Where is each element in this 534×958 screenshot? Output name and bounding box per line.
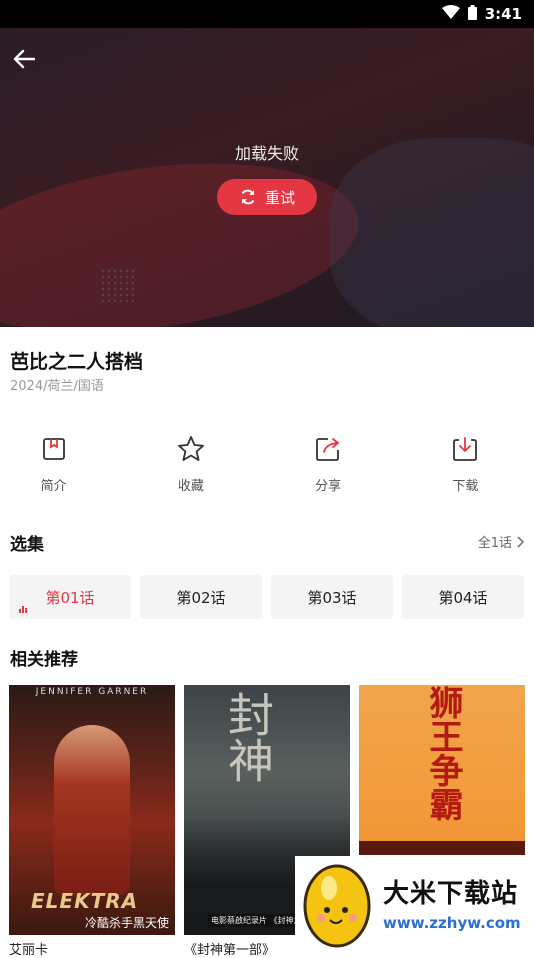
episode-item[interactable]: 第01话 (9, 575, 131, 619)
episode-label: 第02话 (176, 588, 226, 607)
favorite-button[interactable]: 收藏 (122, 433, 259, 494)
back-button[interactable] (10, 45, 38, 73)
status-bar: 3:41 (0, 0, 534, 28)
all-episodes-link[interactable]: 全1话 (478, 532, 524, 551)
watermark-title: 大米下载站 (383, 879, 519, 909)
all-episodes-label: 全1话 (477, 536, 512, 551)
poster-building (359, 841, 525, 855)
share-icon (316, 438, 340, 461)
status-time: 3:41 (484, 5, 522, 23)
recommend-item[interactable]: JENNIFER GARNER ELEKTRA 冷酷杀手黑天使 艾丽卡 (9, 685, 175, 958)
episode-item[interactable]: 第03话 (271, 575, 393, 619)
download-icon (453, 437, 478, 461)
battery-icon (467, 4, 477, 24)
star-icon (177, 436, 204, 461)
intro-label: 简介 (40, 479, 67, 494)
episode-item[interactable]: 第02话 (140, 575, 262, 619)
share-label: 分享 (315, 479, 342, 494)
poster-top-text: JENNIFER GARNER (35, 687, 149, 697)
chevron-right-icon (517, 535, 524, 548)
action-bar: 简介 收藏 分享 下载 (0, 433, 534, 494)
player-background-shape (330, 138, 534, 327)
favorite-label: 收藏 (177, 479, 204, 494)
episode-list: 第01话 第02话 第03话 第04话 (9, 575, 524, 619)
download-button[interactable]: 下载 (397, 433, 534, 494)
recommend-section-title: 相关推荐 (10, 650, 78, 670)
site-watermark: 大米下载站 www.zzhyw.com (295, 856, 534, 949)
refresh-icon (241, 189, 255, 205)
poster-image: JENNIFER GARNER ELEKTRA 冷酷杀手黑天使 (9, 685, 175, 935)
bookmark-icon (42, 438, 65, 460)
poster-title-art: 封神 (221, 691, 275, 783)
share-button[interactable]: 分享 (260, 433, 397, 494)
arrow-left-icon (13, 49, 35, 69)
retry-button[interactable]: 重试 (217, 179, 317, 215)
retry-label: 重试 (264, 188, 295, 207)
episode-label: 第04话 (438, 588, 488, 607)
poster-title-art: 狮王争霸 (423, 685, 463, 821)
poster-caption: 冷酷杀手黑天使 (84, 916, 169, 930)
mascot-logo-icon (299, 858, 375, 948)
playing-indicator-icon (19, 606, 27, 613)
show-title: 芭比之二人搭档 (10, 351, 144, 373)
show-meta: 2024/荷兰/国语 (10, 379, 104, 394)
watermark-url: www.zzhyw.com (383, 914, 521, 932)
load-error-message: 加载失败 (234, 144, 299, 163)
poster-logo: ELEKTRA (31, 889, 139, 913)
player-background-shape (0, 139, 370, 327)
player-background-dots (100, 268, 138, 302)
intro-button[interactable]: 简介 (0, 433, 122, 494)
poster-figure (54, 725, 130, 895)
episode-item[interactable]: 第04话 (402, 575, 524, 619)
episode-label: 第01话 (45, 588, 95, 607)
video-player[interactable] (0, 28, 534, 327)
episode-label: 第03话 (307, 588, 357, 607)
download-label: 下载 (452, 479, 479, 494)
wifi-icon (441, 5, 460, 23)
episodes-section-title: 选集 (10, 535, 44, 555)
